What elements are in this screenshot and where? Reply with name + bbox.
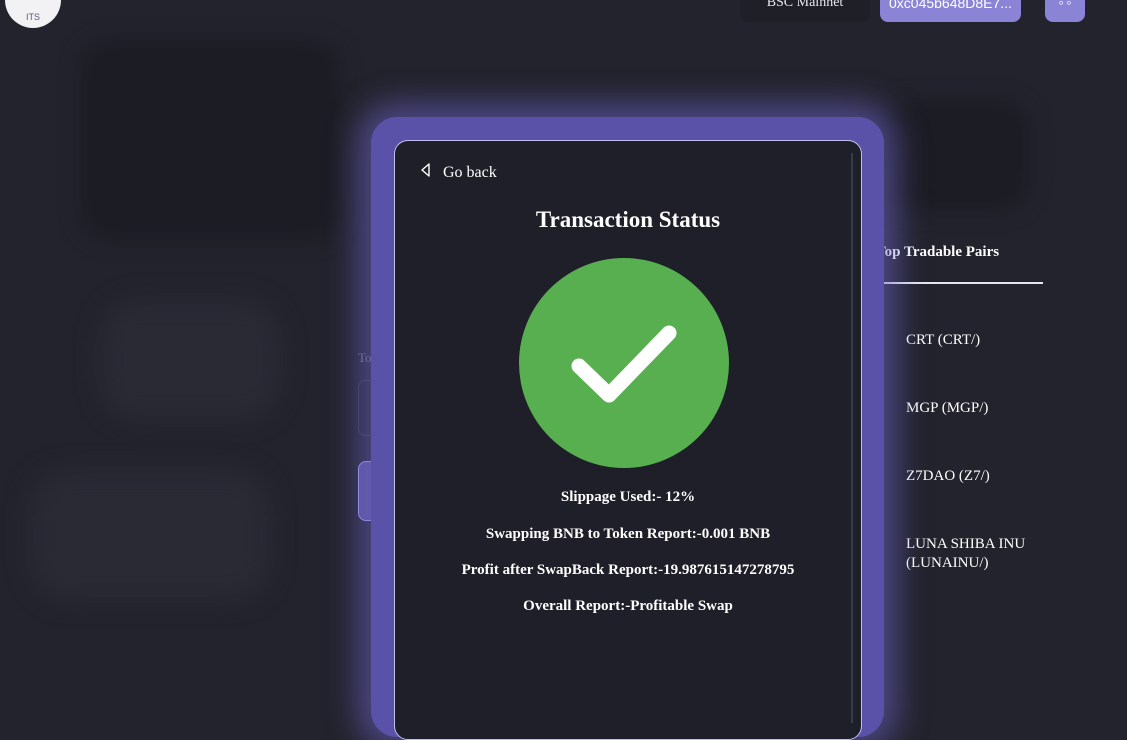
pair-item[interactable]: MGP (MGP/): [906, 399, 1036, 418]
menu-button[interactable]: ° °: [1045, 0, 1085, 22]
background-shape: [880, 100, 1030, 210]
background-shape: [80, 40, 340, 240]
check-circle-icon: [519, 258, 729, 468]
pairs-tab-title[interactable]: Top Tradable Pairs: [876, 244, 999, 261]
pair-item[interactable]: CRT (CRT/): [906, 331, 1036, 350]
back-arrow-icon: [419, 163, 433, 182]
app-logo[interactable]: ITS: [5, 0, 61, 28]
logo-text: ITS: [25, 12, 40, 22]
swap-report: Swapping BNB to Token Report:-0.001 BNB: [485, 526, 771, 542]
pairs-tab-underline: [862, 282, 1043, 284]
profit-report: Profit after SwapBack Report:-19.9876151…: [461, 562, 795, 578]
slippage-report: Slippage Used:- 12%: [560, 489, 696, 505]
background-shape: [30, 470, 270, 600]
modal-title: Transaction Status: [535, 207, 721, 232]
menu-dots-icon: ° °: [1058, 0, 1072, 12]
wallet-address-button[interactable]: 0xc045b648D8E7...: [880, 0, 1021, 22]
modal-scrollbar[interactable]: [851, 153, 853, 723]
overall-report: Overall Report:-Profitable Swap: [523, 598, 733, 614]
pair-item[interactable]: Z7DAO (Z7/): [906, 467, 1036, 486]
go-back-label: Go back: [443, 163, 497, 181]
background-shape: [100, 300, 280, 420]
go-back-button[interactable]: Go back: [419, 163, 497, 182]
network-selector[interactable]: BSC Mainnet: [740, 0, 870, 22]
pair-item[interactable]: LUNA SHIBA INU (LUNAINU/): [906, 535, 1036, 573]
transaction-status-modal: Go back Transaction Status Slippage Used…: [394, 140, 862, 740]
